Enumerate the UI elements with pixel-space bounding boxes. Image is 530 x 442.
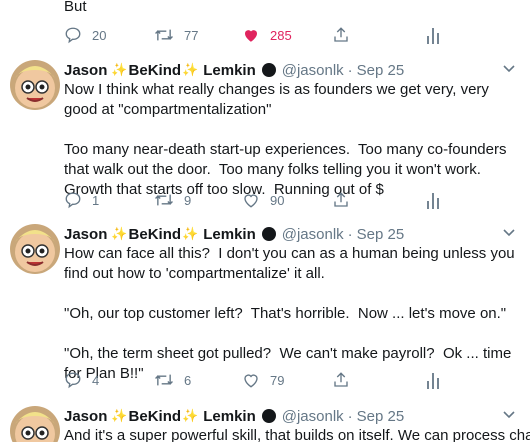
author-name-last[interactable]: Lemkin (203, 408, 256, 425)
like-button[interactable]: 90 (242, 190, 284, 210)
reply-button[interactable]: 1 (64, 190, 99, 210)
analytics-button[interactable] (426, 25, 450, 45)
chevron-down-icon[interactable] (502, 62, 516, 76)
retweet-button[interactable]: 9 (154, 190, 191, 210)
author-name-first[interactable]: Jason (64, 226, 107, 243)
analytics-button[interactable] (426, 370, 450, 390)
tweet[interactable]: Jason ✨ BeKind ✨ Lemkin @jasonlk · Sep 2… (0, 406, 530, 442)
tweet-timestamp[interactable]: Sep 25 (357, 226, 405, 243)
tweet-actions: 20 77 285 (64, 25, 444, 45)
chevron-down-icon[interactable] (502, 226, 516, 240)
tweet-header: Jason ✨ BeKind ✨ Lemkin @jasonlk · Sep 2… (64, 60, 404, 80)
retweet-button[interactable]: 6 (154, 370, 191, 390)
separator: · (347, 407, 353, 425)
sparkle-icon: ✨ (111, 226, 128, 241)
avatar[interactable] (10, 60, 60, 110)
author-handle[interactable]: @jasonlk (282, 408, 344, 425)
share-button[interactable] (332, 25, 360, 45)
avatar[interactable] (10, 224, 60, 274)
retweet-icon (155, 374, 173, 386)
tweet-text: But (64, 0, 87, 15)
reply-count: 1 (92, 192, 100, 208)
author-name-mid[interactable]: BeKind (129, 408, 182, 425)
tweet-text: Now I think what really changes is as fo… (64, 81, 507, 198)
heart-filled-icon (245, 30, 257, 42)
share-icon (334, 27, 348, 42)
circle-emoji-icon (261, 63, 276, 77)
author-name-first[interactable]: Jason (64, 408, 107, 425)
author-name-last[interactable]: Lemkin (203, 226, 256, 243)
like-button[interactable]: 285 (242, 25, 292, 45)
heart-icon (244, 194, 258, 208)
tweet-header: Jason ✨ BeKind ✨ Lemkin @jasonlk · Sep 2… (64, 224, 404, 244)
share-icon (334, 192, 348, 207)
chevron-down-icon[interactable] (502, 408, 516, 422)
author-name-last[interactable]: Lemkin (203, 62, 256, 79)
separator: · (347, 225, 353, 243)
author-name-mid[interactable]: BeKind (129, 62, 182, 79)
tweet-header: Jason ✨ BeKind ✨ Lemkin @jasonlk · Sep 2… (64, 406, 404, 426)
author-name-mid[interactable]: BeKind (129, 226, 182, 243)
heart-icon (244, 374, 258, 388)
retweet-count: 9 (184, 192, 192, 208)
retweet-count: 6 (184, 372, 192, 388)
tweet-actions: 1 9 90 (64, 190, 444, 210)
reply-icon (65, 372, 81, 389)
share-icon (334, 372, 348, 387)
reply-button[interactable]: 20 (64, 25, 106, 45)
tweet-timestamp[interactable]: Sep 25 (357, 408, 405, 425)
circle-emoji-icon (261, 227, 276, 241)
tweet-text: How can face all this? I don't you can a… (64, 245, 515, 382)
analytics-button[interactable] (426, 190, 450, 210)
analytics-icon (427, 193, 439, 209)
like-count: 90 (270, 192, 285, 208)
tweet[interactable]: Jason ✨ BeKind ✨ Lemkin @jasonlk · Sep 2… (0, 60, 530, 220)
tweet-actions: 4 6 79 (64, 370, 444, 390)
sparkle-icon: ✨ (182, 408, 199, 423)
sparkle-icon: ✨ (182, 226, 199, 241)
tweet[interactable]: Jason ✨ BeKind ✨ Lemkin @jasonlk · Sep 2… (0, 224, 530, 394)
share-button[interactable] (332, 190, 360, 210)
retweet-icon (155, 194, 173, 206)
retweet-button[interactable]: 77 (154, 25, 198, 45)
sparkle-icon: ✨ (182, 62, 199, 77)
retweet-count: 77 (184, 27, 199, 43)
like-count: 285 (270, 27, 292, 43)
analytics-icon (427, 28, 439, 44)
author-handle[interactable]: @jasonlk (282, 62, 344, 79)
reply-button[interactable]: 4 (64, 370, 99, 390)
retweet-icon (155, 29, 173, 41)
like-button[interactable]: 79 (242, 370, 284, 390)
sparkle-icon: ✨ (111, 408, 128, 423)
analytics-icon (427, 373, 439, 389)
tweet-text: And it's a super powerful skill, that bu… (64, 427, 530, 442)
reply-count: 4 (92, 372, 100, 388)
share-button[interactable] (332, 370, 360, 390)
like-count: 79 (270, 372, 285, 388)
author-name-first[interactable]: Jason (64, 62, 107, 79)
circle-emoji-icon (261, 409, 276, 423)
author-handle[interactable]: @jasonlk (282, 226, 344, 243)
sparkle-icon: ✨ (111, 62, 128, 77)
reply-count: 20 (92, 27, 107, 43)
separator: · (347, 61, 353, 79)
reply-icon (65, 192, 81, 209)
tweet-timestamp[interactable]: Sep 25 (357, 62, 405, 79)
reply-icon (65, 27, 81, 44)
avatar[interactable] (10, 406, 60, 442)
